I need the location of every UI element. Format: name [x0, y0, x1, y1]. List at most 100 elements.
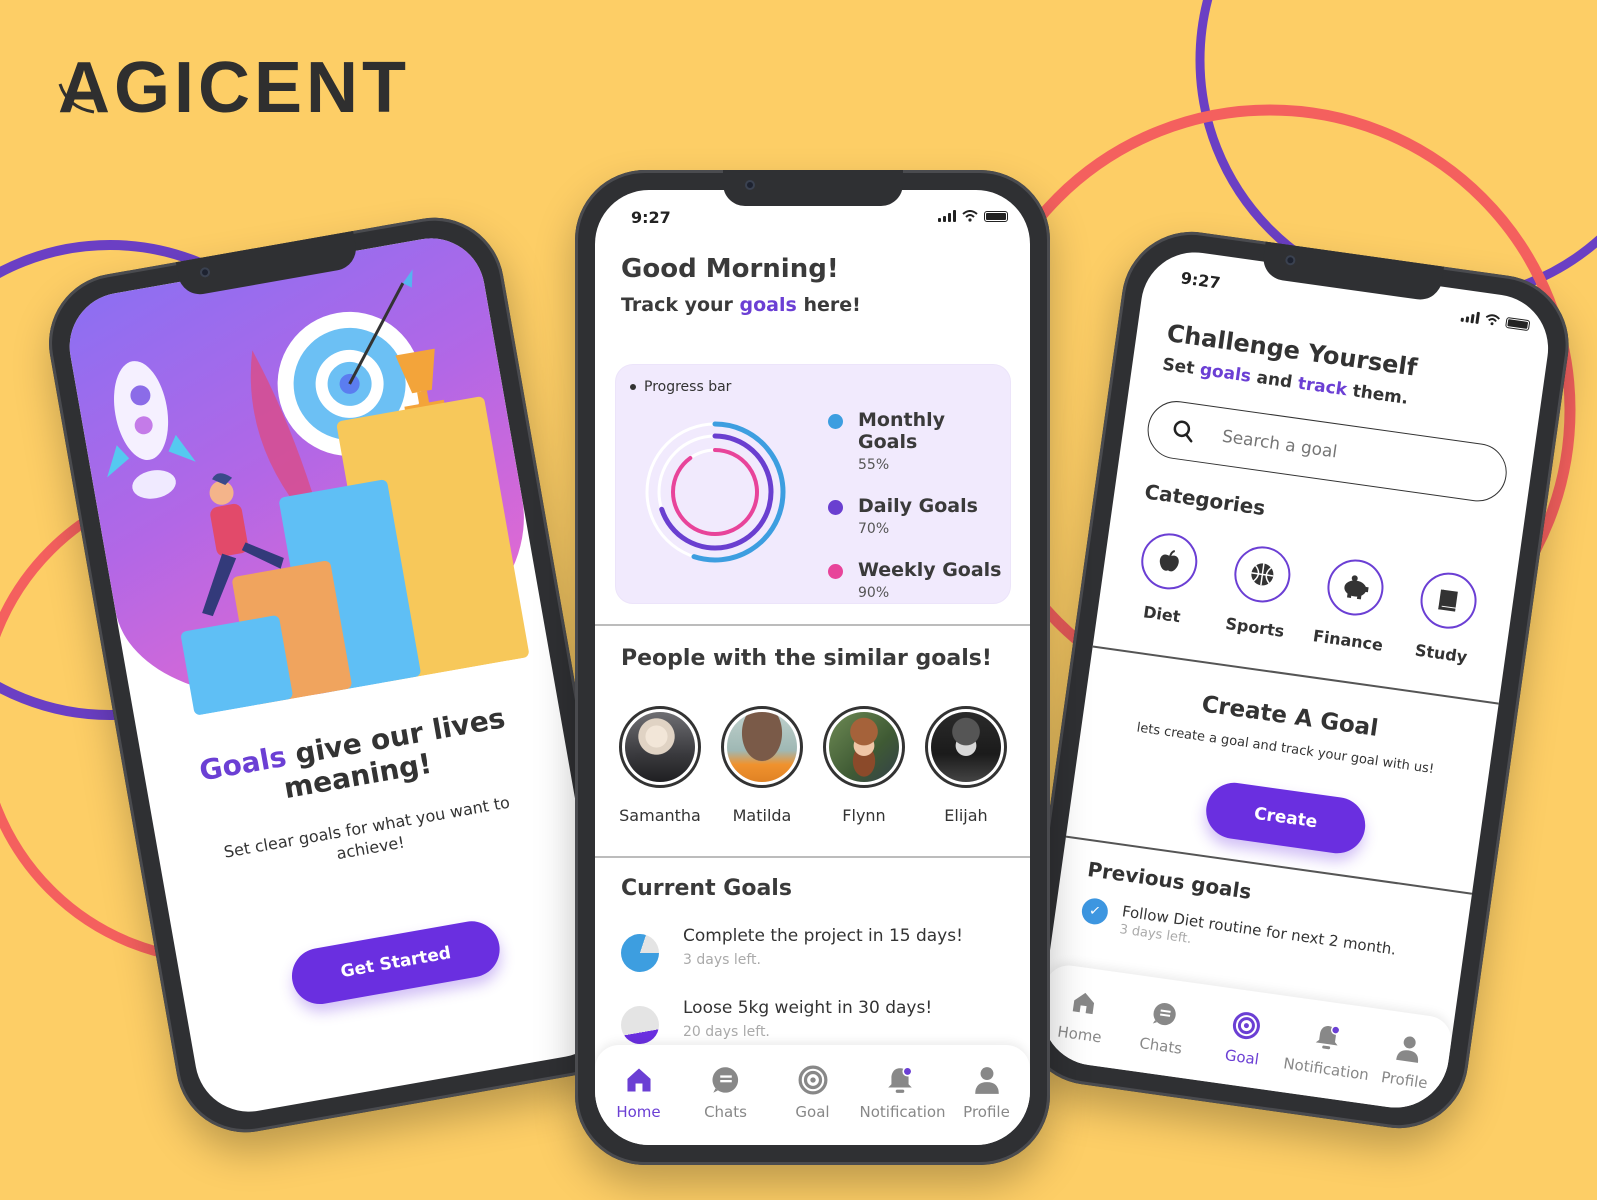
person-elijah[interactable]: Elijah	[925, 706, 1007, 825]
chat-icon	[711, 1067, 738, 1093]
previous-goal-item[interactable]: ✓ Follow Diet routine for next 2 month. …	[1079, 896, 1397, 976]
goal-progress-pie	[621, 934, 659, 972]
title-accent: Goals	[196, 739, 289, 788]
person-flynn[interactable]: Flynn	[823, 706, 905, 825]
ring-daily	[659, 433, 774, 551]
sub-accent-track: track	[1296, 373, 1349, 401]
legend-name: Monthly Goals	[858, 409, 945, 453]
tab-profile[interactable]: Profile	[1361, 1026, 1451, 1114]
category-icon-circle	[1323, 555, 1388, 620]
phone-notch	[722, 170, 903, 206]
status-icons	[1460, 310, 1531, 331]
current-goals-title: Current Goals	[621, 876, 792, 901]
chat-icon	[1152, 1003, 1176, 1026]
sub-part: them.	[1345, 380, 1410, 409]
previous-goals-title: Previous goals	[1086, 857, 1253, 904]
avatar	[619, 706, 701, 788]
tab-notification[interactable]: Notification	[1280, 1015, 1370, 1103]
person-samantha[interactable]: Samantha	[619, 706, 701, 825]
tab-chats[interactable]: Chats	[686, 1063, 766, 1145]
legend-daily: Daily Goals 70%	[824, 495, 1010, 537]
goal-subtitle: 3 days left.	[683, 952, 761, 968]
apple-icon	[1159, 550, 1179, 572]
tab-notification[interactable]: Notification	[859, 1063, 946, 1145]
category-icon-circle	[1137, 529, 1201, 593]
brand-logo: AGICENT	[58, 48, 410, 128]
legend-dot	[828, 414, 843, 429]
current-goal-item[interactable]: Loose 5kg weight in 30 days! 20 days lef…	[621, 998, 932, 1044]
signal-icon	[1460, 310, 1480, 325]
hero-illustration	[61, 229, 550, 727]
signal-icon	[938, 210, 956, 222]
person-name: Samantha	[619, 806, 701, 825]
search-input[interactable]	[1220, 426, 1462, 480]
challenge-screen: 9:27 Challenge Yourself Set goals and tr…	[1034, 245, 1556, 1115]
person-matilda[interactable]: Matilda	[721, 706, 803, 825]
tab-profile[interactable]: Profile	[947, 1063, 1027, 1145]
status-icons	[938, 210, 1008, 222]
category-diet[interactable]: Diet	[1121, 528, 1213, 629]
camera-icon	[199, 266, 211, 279]
current-goal-item[interactable]: Complete the project in 15 days! 3 days …	[621, 926, 963, 972]
target-icon	[1232, 1012, 1260, 1040]
tab-label: Home	[1056, 1022, 1103, 1047]
progress-legend: Monthly Goals 55% Daily Goals 70% Weekly…	[824, 409, 1010, 623]
create-goal-button[interactable]: Create	[1202, 779, 1369, 857]
progress-card-title: Progress bar	[630, 379, 731, 395]
tab-goal[interactable]: Goal	[1198, 1003, 1288, 1091]
section-divider	[595, 856, 1030, 858]
progress-rings-chart	[645, 421, 786, 563]
person-name: Elijah	[944, 806, 988, 825]
bottom-tab-bar: Home Chats Goal Notification Profile	[595, 1045, 1030, 1145]
bell-icon	[887, 1066, 913, 1093]
avatar	[721, 706, 803, 788]
sub-part: Set	[1161, 354, 1202, 380]
legend-dot	[828, 500, 843, 515]
legend-value: 90%	[858, 585, 890, 601]
category-label: Sports	[1224, 613, 1286, 641]
status-time: 9:27	[1179, 268, 1222, 293]
greeting-subtitle: Track your goals here!	[621, 294, 861, 316]
goal-progress-pie	[621, 1006, 659, 1044]
wifi-icon	[1485, 314, 1500, 326]
search-icon	[1173, 420, 1193, 443]
battery-icon	[1505, 316, 1531, 331]
check-icon: ✓	[1080, 896, 1110, 927]
category-study[interactable]: Study	[1400, 567, 1492, 668]
categories-list: Diet Sports Finance Study	[1121, 528, 1492, 668]
category-finance[interactable]: Finance	[1307, 554, 1399, 655]
tab-home[interactable]: Home	[599, 1063, 679, 1145]
ring-weekly	[671, 448, 759, 536]
tab-label: Chats	[704, 1103, 747, 1121]
status-time: 9:27	[631, 208, 671, 227]
categories-title: Categories	[1143, 479, 1267, 521]
home-phone: 9:27 Good Morning! Track your goals here…	[575, 170, 1050, 1165]
category-label: Diet	[1142, 602, 1182, 627]
sub-accent-goals: goals	[1198, 359, 1253, 387]
people-list: Samantha Matilda Flynn Elijah	[619, 706, 1007, 825]
section-divider	[595, 624, 1030, 626]
subtitle-prefix: Track your	[621, 294, 740, 316]
category-label: Study	[1413, 640, 1469, 667]
user-icon	[1396, 1036, 1419, 1063]
tab-goal[interactable]: Goal	[773, 1063, 853, 1145]
tab-chats[interactable]: Chats	[1117, 992, 1207, 1080]
legend-name: Weekly Goals	[858, 559, 1002, 581]
tab-label: Notification	[859, 1103, 946, 1121]
sub-part: and	[1249, 367, 1300, 394]
basketball-icon	[1251, 563, 1274, 586]
camera-icon	[744, 180, 755, 190]
subtitle-suffix: here!	[796, 294, 861, 316]
goal-illustration	[107, 269, 529, 715]
progress-card-label: Progress bar	[644, 379, 732, 395]
tab-label: Goal	[795, 1103, 830, 1121]
people-title: People with the similar goals!	[621, 646, 992, 671]
person-name: Flynn	[842, 806, 886, 825]
legend-value: 55%	[858, 457, 890, 473]
avatar	[823, 706, 905, 788]
category-sports[interactable]: Sports	[1214, 541, 1306, 642]
get-started-button[interactable]: Get Started	[287, 916, 505, 1009]
goal-title: Complete the project in 15 days!	[683, 926, 963, 946]
title-rest: give our lives meaning!	[281, 701, 508, 806]
legend-name: Daily Goals	[858, 495, 978, 517]
